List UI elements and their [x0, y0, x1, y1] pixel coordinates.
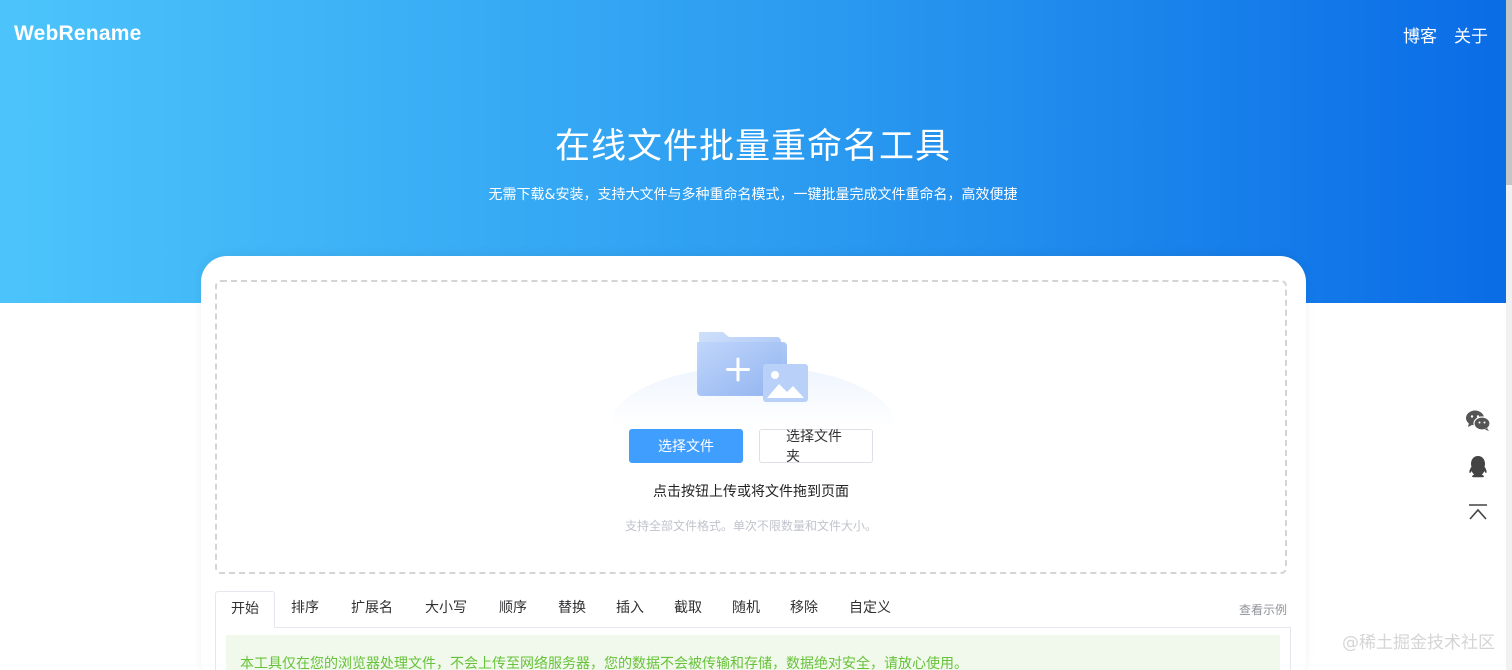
select-folder-button[interactable]: 选择文件夹 — [759, 429, 873, 465]
tab-order[interactable]: 顺序 — [483, 591, 543, 627]
hero-subtitle: 无需下载&安装，支持大文件与多种重命名模式，一键批量完成文件重命名，高效便捷 — [488, 187, 1018, 203]
file-drop-zone[interactable]: 选择文件 选择文件夹 点击按钮上传或将文件拖到页面 支持全部文件格式。单次不限数… — [215, 280, 1287, 574]
floating-toolbar — [1465, 408, 1491, 546]
drop-note: 支持全部文件格式。单次不限数量和文件大小。 — [624, 519, 877, 533]
qq-icon[interactable] — [1465, 454, 1491, 480]
wechat-icon[interactable] — [1465, 408, 1491, 434]
drop-hint: 点击按钮上传或将文件拖到页面 — [653, 484, 849, 500]
tab-replace[interactable]: 替换 — [543, 591, 601, 627]
privacy-notice: 本工具仅在您的浏览器处理文件，不会上传至网络服务器，您的数据不会被传输和存储，数… — [226, 635, 1280, 670]
select-files-button[interactable]: 选择文件 — [629, 429, 743, 463]
nav-link-about[interactable]: 关于 — [1454, 22, 1488, 47]
watermark: @稀土掘金技术社区 — [1342, 633, 1495, 653]
page: WebRename 博客 关于 在线文件批量重命名工具 无需下载&安装，支持大文… — [0, 0, 1512, 670]
tab-extension[interactable]: 扩展名 — [335, 591, 409, 627]
top-nav: 博客 关于 — [1403, 22, 1488, 47]
folder-add-icon — [697, 332, 808, 402]
tab-sort[interactable]: 排序 — [275, 591, 335, 627]
rename-mode-tabs: 开始 排序 扩展名 大小写 顺序 替换 插入 截取 随机 移除 自定义 查看示例 — [215, 591, 1291, 628]
tab-random[interactable]: 随机 — [717, 591, 775, 627]
tab-case[interactable]: 大小写 — [409, 591, 483, 627]
upload-buttons: 选择文件 选择文件夹 — [217, 429, 1285, 465]
brand-logo[interactable]: WebRename — [14, 22, 141, 46]
main-card: 选择文件 选择文件夹 点击按钮上传或将文件拖到页面 支持全部文件格式。单次不限数… — [201, 256, 1306, 670]
view-example-link[interactable]: 查看示例 — [1239, 601, 1287, 618]
tab-content: 本工具仅在您的浏览器处理文件，不会上传至网络服务器，您的数据不会被传输和存储，数… — [215, 627, 1291, 670]
tab-custom[interactable]: 自定义 — [833, 591, 907, 627]
tab-start[interactable]: 开始 — [215, 591, 275, 628]
nav-link-blog[interactable]: 博客 — [1403, 22, 1437, 47]
hero-title: 在线文件批量重命名工具 — [554, 127, 951, 167]
tab-insert[interactable]: 插入 — [601, 591, 659, 627]
scrollbar-thumb[interactable] — [1506, 0, 1512, 185]
back-to-top-icon[interactable] — [1465, 500, 1491, 526]
tab-remove[interactable]: 移除 — [775, 591, 833, 627]
tab-truncate[interactable]: 截取 — [659, 591, 717, 627]
